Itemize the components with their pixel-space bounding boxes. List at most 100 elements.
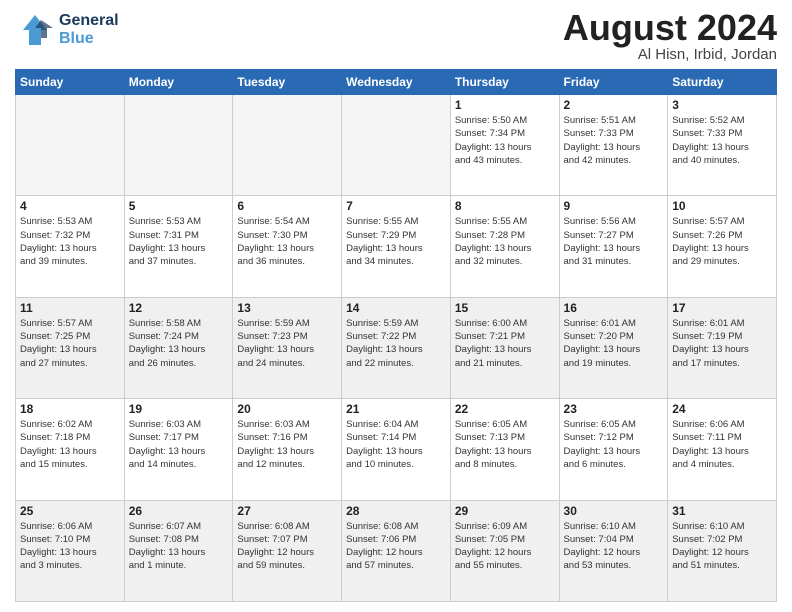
calendar-week-row: 4 Sunrise: 5:53 AM Sunset: 7:32 PM Daylig… (16, 196, 777, 297)
calendar-day-cell: 16 Sunrise: 6:01 AM Sunset: 7:20 PM Dayli… (559, 297, 668, 398)
day-of-week-header: Tuesday (233, 70, 342, 95)
calendar-day-cell: 27 Sunrise: 6:08 AM Sunset: 7:07 PM Dayli… (233, 500, 342, 601)
day-number: 6 (237, 199, 337, 213)
logo-text: General Blue (59, 12, 119, 47)
calendar-day-cell: 1 Sunrise: 5:50 AM Sunset: 7:34 PM Daylig… (450, 95, 559, 196)
calendar-day-cell: 12 Sunrise: 5:58 AM Sunset: 7:24 PM Dayli… (124, 297, 233, 398)
day-info: Sunrise: 5:51 AM Sunset: 7:33 PM Dayligh… (564, 114, 664, 167)
day-number: 9 (564, 199, 664, 213)
calendar-day-cell: 17 Sunrise: 6:01 AM Sunset: 7:19 PM Dayli… (668, 297, 777, 398)
day-of-week-header: Saturday (668, 70, 777, 95)
calendar-day-cell: 31 Sunrise: 6:10 AM Sunset: 7:02 PM Dayli… (668, 500, 777, 601)
day-number: 29 (455, 504, 555, 518)
calendar-week-row: 1 Sunrise: 5:50 AM Sunset: 7:34 PM Daylig… (16, 95, 777, 196)
day-number: 7 (346, 199, 446, 213)
day-info: Sunrise: 5:53 AM Sunset: 7:32 PM Dayligh… (20, 215, 120, 268)
day-number: 4 (20, 199, 120, 213)
header: General Blue August 2024 Al Hisn, Irbid,… (15, 10, 777, 63)
calendar-day-cell: 22Sunrise: 6:05 AM Sunset: 7:13 PM Dayli… (450, 399, 559, 500)
day-info: Sunrise: 6:05 AM Sunset: 7:13 PM Dayligh… (455, 418, 555, 471)
day-info: Sunrise: 5:58 AM Sunset: 7:24 PM Dayligh… (129, 317, 229, 370)
day-info: Sunrise: 5:57 AM Sunset: 7:26 PM Dayligh… (672, 215, 772, 268)
calendar-day-cell: 23 Sunrise: 6:05 AM Sunset: 7:12 PM Dayli… (559, 399, 668, 500)
day-number: 28 (346, 504, 446, 518)
day-number: 3 (672, 98, 772, 112)
calendar-day-cell: 15 Sunrise: 6:00 AM Sunset: 7:21 PM Dayli… (450, 297, 559, 398)
calendar-week-row: 18 Sunrise: 6:02 AM Sunset: 7:18 PM Dayli… (16, 399, 777, 500)
day-number: 10 (672, 199, 772, 213)
calendar-day-cell (342, 95, 451, 196)
month-title: August 2024 (563, 10, 777, 46)
day-info: Sunrise: 5:54 AM Sunset: 7:30 PM Dayligh… (237, 215, 337, 268)
day-number: 13 (237, 301, 337, 315)
day-number: 25 (20, 504, 120, 518)
location: Al Hisn, Irbid, Jordan (563, 46, 777, 63)
calendar-day-cell: 5 Sunrise: 5:53 AM Sunset: 7:31 PM Daylig… (124, 196, 233, 297)
day-number: 8 (455, 199, 555, 213)
calendar-day-cell: 9 Sunrise: 5:56 AM Sunset: 7:27 PM Daylig… (559, 196, 668, 297)
day-of-week-header: Monday (124, 70, 233, 95)
day-info: Sunrise: 6:06 AM Sunset: 7:10 PM Dayligh… (20, 520, 120, 573)
logo: General Blue (15, 10, 119, 50)
day-info: Sunrise: 5:53 AM Sunset: 7:31 PM Dayligh… (129, 215, 229, 268)
day-info: Sunrise: 6:10 AM Sunset: 7:04 PM Dayligh… (564, 520, 664, 573)
day-info: Sunrise: 6:01 AM Sunset: 7:20 PM Dayligh… (564, 317, 664, 370)
day-info: Sunrise: 6:06 AM Sunset: 7:11 PM Dayligh… (672, 418, 772, 471)
calendar-day-cell (124, 95, 233, 196)
day-number: 16 (564, 301, 664, 315)
calendar-day-cell: 13 Sunrise: 5:59 AM Sunset: 7:23 PM Dayli… (233, 297, 342, 398)
calendar-table: SundayMondayTuesdayWednesdayThursdayFrid… (15, 69, 777, 602)
day-info: Sunrise: 6:07 AM Sunset: 7:08 PM Dayligh… (129, 520, 229, 573)
calendar-day-cell: 4 Sunrise: 5:53 AM Sunset: 7:32 PM Daylig… (16, 196, 125, 297)
day-info: Sunrise: 6:01 AM Sunset: 7:19 PM Dayligh… (672, 317, 772, 370)
day-number: 31 (672, 504, 772, 518)
calendar-day-cell: 26 Sunrise: 6:07 AM Sunset: 7:08 PM Dayli… (124, 500, 233, 601)
day-number: 30 (564, 504, 664, 518)
day-number: 26 (129, 504, 229, 518)
day-info: Sunrise: 6:10 AM Sunset: 7:02 PM Dayligh… (672, 520, 772, 573)
day-info: Sunrise: 6:08 AM Sunset: 7:07 PM Dayligh… (237, 520, 337, 573)
title-area: August 2024 Al Hisn, Irbid, Jordan (563, 10, 777, 63)
day-number: 17 (672, 301, 772, 315)
day-info: Sunrise: 6:03 AM Sunset: 7:16 PM Dayligh… (237, 418, 337, 471)
day-number: 18 (20, 402, 120, 416)
day-info: Sunrise: 6:02 AM Sunset: 7:18 PM Dayligh… (20, 418, 120, 471)
day-info: Sunrise: 6:00 AM Sunset: 7:21 PM Dayligh… (455, 317, 555, 370)
day-number: 1 (455, 98, 555, 112)
calendar-day-cell (233, 95, 342, 196)
calendar-day-cell: 21Sunrise: 6:04 AM Sunset: 7:14 PM Dayli… (342, 399, 451, 500)
logo-blue-text: Blue (59, 30, 119, 48)
day-info: Sunrise: 5:59 AM Sunset: 7:23 PM Dayligh… (237, 317, 337, 370)
calendar-day-cell: 7Sunrise: 5:55 AM Sunset: 7:29 PM Daylig… (342, 196, 451, 297)
day-number: 5 (129, 199, 229, 213)
day-number: 2 (564, 98, 664, 112)
calendar-day-cell: 14Sunrise: 5:59 AM Sunset: 7:22 PM Dayli… (342, 297, 451, 398)
day-of-week-header: Sunday (16, 70, 125, 95)
day-info: Sunrise: 6:08 AM Sunset: 7:06 PM Dayligh… (346, 520, 446, 573)
logo-icon (15, 10, 55, 50)
day-number: 21 (346, 402, 446, 416)
day-number: 12 (129, 301, 229, 315)
calendar-day-cell: 29Sunrise: 6:09 AM Sunset: 7:05 PM Dayli… (450, 500, 559, 601)
calendar-header-row: SundayMondayTuesdayWednesdayThursdayFrid… (16, 70, 777, 95)
day-info: Sunrise: 6:05 AM Sunset: 7:12 PM Dayligh… (564, 418, 664, 471)
day-info: Sunrise: 5:59 AM Sunset: 7:22 PM Dayligh… (346, 317, 446, 370)
day-number: 20 (237, 402, 337, 416)
day-number: 15 (455, 301, 555, 315)
calendar-day-cell: 24Sunrise: 6:06 AM Sunset: 7:11 PM Dayli… (668, 399, 777, 500)
day-info: Sunrise: 5:56 AM Sunset: 7:27 PM Dayligh… (564, 215, 664, 268)
day-number: 27 (237, 504, 337, 518)
day-number: 23 (564, 402, 664, 416)
calendar-day-cell: 19 Sunrise: 6:03 AM Sunset: 7:17 PM Dayli… (124, 399, 233, 500)
calendar-day-cell: 11Sunrise: 5:57 AM Sunset: 7:25 PM Dayli… (16, 297, 125, 398)
page: General Blue August 2024 Al Hisn, Irbid,… (0, 0, 792, 612)
calendar-day-cell: 10 Sunrise: 5:57 AM Sunset: 7:26 PM Dayli… (668, 196, 777, 297)
day-number: 19 (129, 402, 229, 416)
calendar-day-cell: 30 Sunrise: 6:10 AM Sunset: 7:04 PM Dayli… (559, 500, 668, 601)
day-of-week-header: Friday (559, 70, 668, 95)
calendar-week-row: 11Sunrise: 5:57 AM Sunset: 7:25 PM Dayli… (16, 297, 777, 398)
logo-general-text: General (59, 12, 119, 30)
calendar-day-cell: 2 Sunrise: 5:51 AM Sunset: 7:33 PM Daylig… (559, 95, 668, 196)
day-info: Sunrise: 5:50 AM Sunset: 7:34 PM Dayligh… (455, 114, 555, 167)
day-info: Sunrise: 6:03 AM Sunset: 7:17 PM Dayligh… (129, 418, 229, 471)
